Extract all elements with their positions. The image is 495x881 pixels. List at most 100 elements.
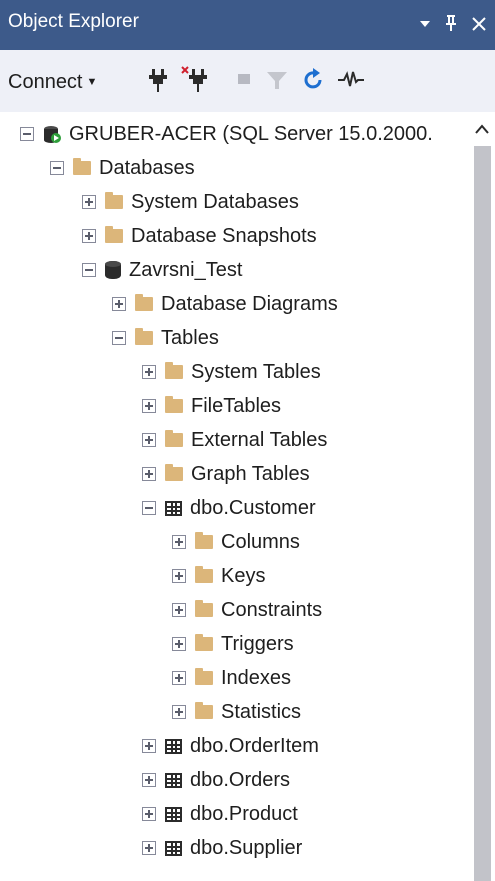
expand-toggle[interactable] [82, 229, 96, 243]
tree-label: FileTables [191, 394, 282, 417]
folder-icon [165, 464, 183, 481]
tree-node-keys[interactable]: Keys [172, 559, 265, 593]
pin-icon[interactable] [440, 10, 462, 36]
folder-icon [195, 702, 213, 719]
table-icon [165, 738, 182, 754]
folder-icon [195, 566, 213, 583]
tree-label: Zavrsni_Test [129, 258, 243, 281]
tree-node-graph-tables[interactable]: Graph Tables [142, 457, 310, 491]
tree-label: dbo.Supplier [190, 836, 303, 859]
folder-icon [195, 532, 213, 549]
tree-node-zavrsni-test[interactable]: Zavrsni_Test [82, 253, 242, 287]
expand-toggle[interactable] [142, 807, 156, 821]
table-icon [165, 500, 182, 516]
folder-icon [135, 294, 153, 311]
expand-toggle[interactable] [142, 365, 156, 379]
expand-toggle[interactable] [172, 603, 186, 617]
tree-label: dbo.Product [190, 802, 298, 825]
expand-toggle[interactable] [172, 637, 186, 651]
folder-icon [165, 430, 183, 447]
connect-object-explorer-icon[interactable] [146, 65, 174, 95]
folder-icon [135, 328, 153, 345]
table-icon [165, 806, 182, 822]
tree-node-statistics[interactable]: Statistics [172, 695, 301, 729]
expand-toggle[interactable] [142, 773, 156, 787]
vertical-scrollbar[interactable] [470, 112, 495, 881]
tree-label: Constraints [221, 598, 323, 621]
expand-toggle[interactable] [172, 569, 186, 583]
expand-toggle[interactable] [142, 467, 156, 481]
title-bar: Object Explorer [0, 0, 495, 50]
expand-toggle[interactable] [172, 535, 186, 549]
stop-icon[interactable] [232, 65, 260, 95]
expand-toggle[interactable] [142, 399, 156, 413]
tree-label: Database Diagrams [161, 292, 338, 315]
tree-label: dbo.OrderItem [190, 734, 319, 757]
tree-label: System Databases [131, 190, 299, 213]
filter-icon[interactable] [264, 65, 292, 95]
tree-label: Indexes [221, 666, 292, 689]
folder-icon [73, 158, 91, 175]
tree-label: Databases [99, 156, 195, 179]
expand-toggle[interactable] [142, 433, 156, 447]
collapse-toggle[interactable] [112, 331, 126, 345]
close-icon[interactable] [468, 10, 490, 36]
expand-toggle[interactable] [142, 841, 156, 855]
tree-node-indexes[interactable]: Indexes [172, 661, 291, 695]
refresh-icon[interactable] [300, 65, 328, 95]
tree-node-columns[interactable]: Columns [172, 525, 300, 559]
folder-icon [105, 226, 123, 243]
folder-icon [195, 668, 213, 685]
tree-node-databases[interactable]: Databases [50, 151, 195, 185]
tree-label: System Tables [191, 360, 321, 383]
tree-label: dbo.Customer [190, 496, 316, 519]
collapse-toggle[interactable] [82, 263, 96, 277]
tree-node-dbo-product[interactable]: dbo.Product [142, 797, 298, 831]
tree-label: Tables [161, 326, 219, 349]
folder-icon [105, 192, 123, 209]
folder-icon [195, 634, 213, 651]
tree-label: Columns [221, 530, 300, 553]
chevron-down-icon: ▼ [86, 76, 98, 88]
table-icon [165, 772, 182, 788]
scroll-up-arrow-icon[interactable] [474, 122, 490, 134]
tree-label: External Tables [191, 428, 328, 451]
expand-toggle[interactable] [142, 739, 156, 753]
disconnect-icon[interactable] [180, 65, 208, 95]
object-explorer-tree: GRUBER-ACER (SQL Server 15.0.2000. Datab… [0, 112, 470, 881]
tree-node-dbo-customer[interactable]: dbo.Customer [142, 491, 316, 525]
expand-toggle[interactable] [82, 195, 96, 209]
scrollbar-thumb[interactable] [474, 146, 491, 881]
folder-icon [165, 396, 183, 413]
tree-node-database-diagrams[interactable]: Database Diagrams [112, 287, 338, 321]
tree-node-dbo-orderitem[interactable]: dbo.OrderItem [142, 729, 319, 763]
expand-toggle[interactable] [172, 705, 186, 719]
dropdown-arrow-icon[interactable] [415, 10, 437, 36]
expand-toggle[interactable] [172, 671, 186, 685]
tree-node-database-snapshots[interactable]: Database Snapshots [82, 219, 317, 253]
tree-node-tables[interactable]: Tables [112, 321, 219, 355]
tree-node-server[interactable]: GRUBER-ACER (SQL Server 15.0.2000. [20, 117, 433, 151]
tree-node-filetables[interactable]: FileTables [142, 389, 281, 423]
tree-node-dbo-orders[interactable]: dbo.Orders [142, 763, 290, 797]
database-icon [105, 261, 121, 279]
collapse-toggle[interactable] [142, 501, 156, 515]
tree-node-system-tables[interactable]: System Tables [142, 355, 321, 389]
tree-label: dbo.Orders [190, 768, 291, 791]
tree-node-dbo-supplier[interactable]: dbo.Supplier [142, 831, 302, 865]
collapse-toggle[interactable] [20, 127, 34, 141]
tree-node-external-tables[interactable]: External Tables [142, 423, 327, 457]
tree-label: Keys [221, 564, 266, 587]
activity-monitor-icon[interactable] [336, 65, 364, 95]
tree-node-triggers[interactable]: Triggers [172, 627, 294, 661]
connect-label: Connect [8, 70, 83, 93]
connect-button[interactable]: Connect ▼ [8, 68, 97, 96]
tree-node-system-databases[interactable]: System Databases [82, 185, 299, 219]
collapse-toggle[interactable] [50, 161, 64, 175]
expand-toggle[interactable] [112, 297, 126, 311]
tree-label: GRUBER-ACER (SQL Server 15.0.2000. [69, 122, 433, 145]
folder-icon [195, 600, 213, 617]
tree-label: Graph Tables [191, 462, 310, 485]
tree-node-constraints[interactable]: Constraints [172, 593, 322, 627]
panel-title: Object Explorer [8, 11, 139, 32]
